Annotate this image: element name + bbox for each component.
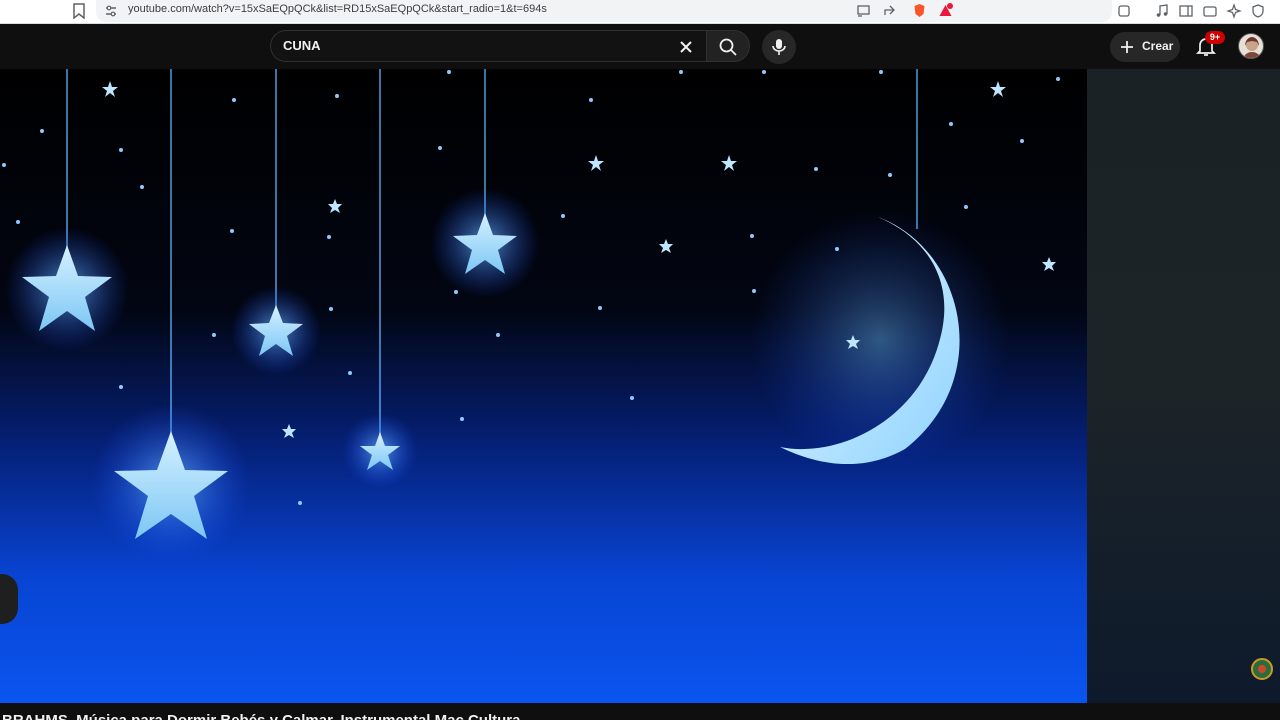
search-input[interactable]: CUNA [270,30,706,62]
search-query[interactable]: CUNA [283,38,321,53]
brave-shield-icon[interactable] [912,3,927,18]
extension-icon[interactable] [1116,3,1132,19]
scroll-handle[interactable] [0,574,18,624]
sidebar-icon[interactable] [1178,3,1194,19]
create-label: Crear [1142,39,1174,53]
plus-icon [1121,41,1133,53]
browser-toolbar: youtube.com/watch?v=15xSaEQpQCk&list=RD1… [0,0,1280,24]
vpn-icon[interactable] [1250,3,1266,19]
create-button[interactable]: Crear [1110,32,1180,62]
wallet-icon[interactable] [1202,3,1218,19]
video-title-bar: BRAHMS, Música para Dormir Bebés y Calma… [0,703,1280,720]
microphone-icon [772,39,786,55]
brave-rewards-icon[interactable] [938,3,953,18]
tune-icon[interactable] [104,4,118,18]
secondary-column [1087,69,1280,703]
video-player[interactable] [0,69,1087,703]
music-icon[interactable] [1154,3,1170,19]
notifications-badge: 9+ [1205,31,1225,44]
search-button[interactable] [706,30,750,62]
video-title: BRAHMS, Música para Dormir Bebés y Calma… [2,712,520,720]
youtube-header: CUNA Crear 9+ [0,24,1280,69]
url-text[interactable]: youtube.com/watch?v=15xSaEQpQCk&list=RD1… [128,3,547,15]
share-icon[interactable] [882,3,897,18]
search-icon [719,38,737,56]
video-frame [0,69,1087,703]
close-icon[interactable] [676,37,696,57]
leo-icon[interactable] [1226,3,1242,19]
cast-icon[interactable] [856,3,871,18]
avatar-image [1243,37,1261,58]
bookmark-icon[interactable] [72,3,86,19]
channel-watermark-icon[interactable] [1250,657,1274,681]
address-bar[interactable]: youtube.com/watch?v=15xSaEQpQCk&list=RD1… [96,0,1112,22]
voice-search-button[interactable] [762,30,796,64]
avatar[interactable] [1238,33,1264,59]
